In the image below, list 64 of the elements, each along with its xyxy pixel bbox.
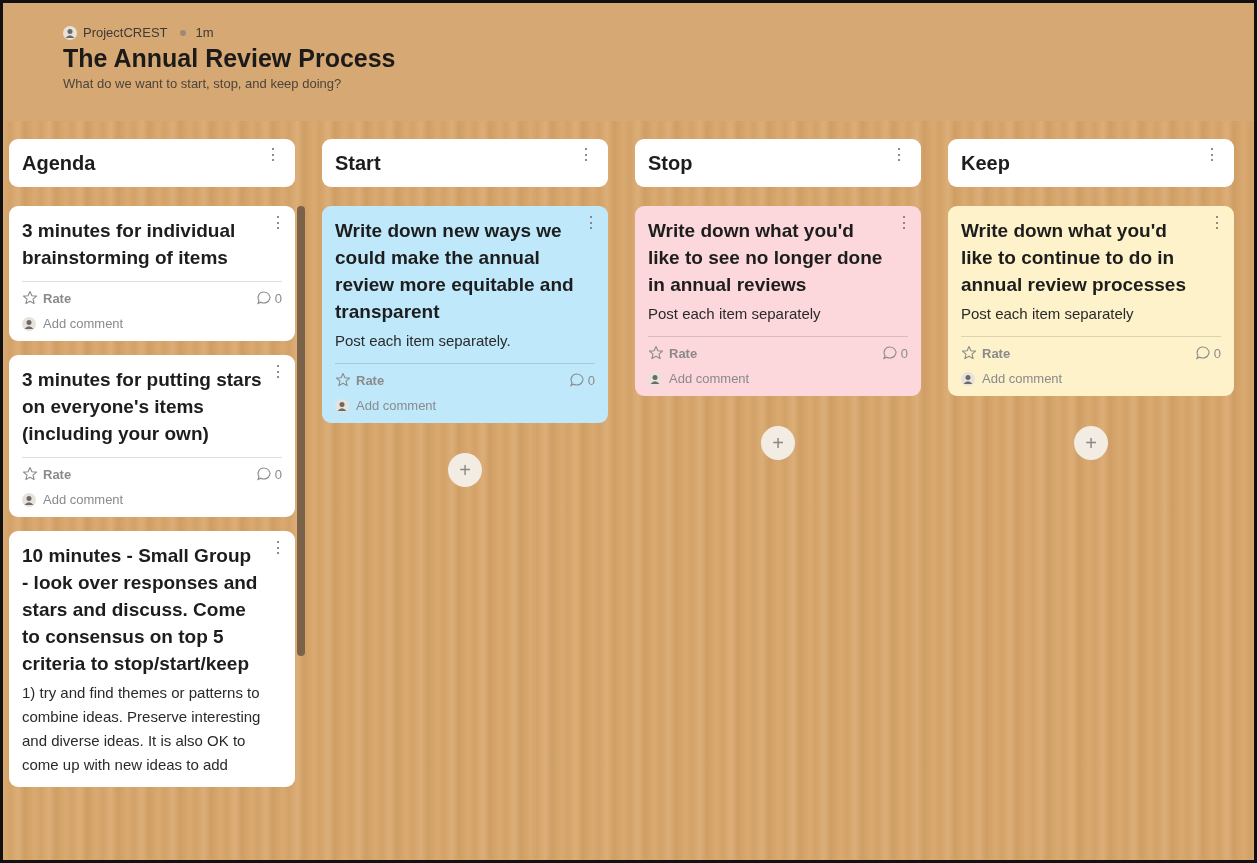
star-icon xyxy=(22,290,38,306)
column-menu-button[interactable]: ⋮ xyxy=(263,145,283,164)
comment-count: 0 xyxy=(1213,345,1221,361)
post-body: 1) try and find themes or patterns to combine ideas. Preserve interesting and diverse ideas. It is also OK to come up with new ideas to add xyxy=(22,683,262,775)
column-title: Keep xyxy=(961,151,1010,175)
board-description: What do we want to start, stop, and keep doing? xyxy=(63,76,343,91)
comment-count: 0 xyxy=(274,466,282,482)
column-menu-button[interactable]: ⋮ xyxy=(576,145,596,164)
post-menu-button[interactable]: ⋮ xyxy=(581,213,601,232)
post-menu-button[interactable]: ⋮ xyxy=(894,213,914,232)
rate-button[interactable]: Rate xyxy=(335,372,385,388)
rate-button[interactable]: Rate xyxy=(22,466,72,482)
comment-icon xyxy=(881,345,898,361)
comment-icon xyxy=(1194,345,1211,361)
comment-icon xyxy=(568,372,585,388)
avatar-icon xyxy=(22,316,36,331)
add-comment-link[interactable]: Add comment xyxy=(43,492,124,507)
rate-button[interactable]: Rate xyxy=(22,290,72,306)
column-title: Stop xyxy=(648,151,693,175)
add-comment-link[interactable]: Add comment xyxy=(669,371,750,386)
add-comment-link[interactable]: Add comment xyxy=(43,316,124,331)
comment-count: 0 xyxy=(900,345,908,361)
rate-button[interactable]: Rate xyxy=(961,345,1011,361)
post-title: Write down what you'd like to continue to do in annual review processes xyxy=(961,219,1187,297)
board-title: The Annual Review Process xyxy=(63,44,397,73)
post-menu-button[interactable]: ⋮ xyxy=(268,362,288,381)
post-title: Write down what you'd like to see no longer done in annual reviews xyxy=(648,219,884,297)
column-title: Agenda xyxy=(22,151,96,175)
add-post-button[interactable]: + xyxy=(761,426,795,460)
star-icon xyxy=(22,466,38,482)
avatar-icon xyxy=(22,492,36,507)
add-post-button[interactable]: + xyxy=(1074,426,1108,460)
column-title: Start xyxy=(335,151,381,175)
add-comment-link[interactable]: Add comment xyxy=(982,371,1063,386)
post-menu-button[interactable]: ⋮ xyxy=(268,213,288,232)
separator-dot-icon xyxy=(179,29,186,36)
avatar-icon xyxy=(63,25,77,40)
comment-icon xyxy=(255,290,272,306)
comment-icon xyxy=(255,466,272,482)
add-post-button[interactable]: + xyxy=(448,453,482,487)
scrollbar[interactable] xyxy=(297,206,305,656)
post-menu-button[interactable]: ⋮ xyxy=(268,538,288,557)
avatar-icon xyxy=(335,398,349,413)
post-time: 1m xyxy=(195,25,214,40)
post-title: 3 minutes for individual brainstorming of items xyxy=(22,219,237,270)
post-title: 10 minutes - Small Group - look over responses and stars and discuss. Come to consensus on top 5 criteria to stop/start/keep xyxy=(22,544,259,676)
add-comment-link[interactable]: Add comment xyxy=(356,398,437,413)
comment-count: 0 xyxy=(587,372,595,388)
post-body: Post each item separately xyxy=(648,304,822,324)
post-body: Post each item separately. xyxy=(335,331,512,351)
rate-button[interactable]: Rate xyxy=(648,345,698,361)
column-menu-button[interactable]: ⋮ xyxy=(1202,145,1222,164)
star-icon xyxy=(961,345,977,361)
post-menu-button[interactable]: ⋮ xyxy=(1207,213,1227,232)
avatar-icon xyxy=(961,371,975,386)
avatar-icon xyxy=(648,371,662,386)
comment-count: 0 xyxy=(274,290,282,306)
column-menu-button[interactable]: ⋮ xyxy=(889,145,909,164)
star-icon xyxy=(335,372,351,388)
post-body: Post each item separately xyxy=(961,304,1135,324)
post-title: 3 minutes for putting stars on everyone's items (including your own) xyxy=(22,368,262,446)
author-name[interactable]: ProjectCREST xyxy=(83,25,168,40)
star-icon xyxy=(648,345,664,361)
post-title: Write down new ways we could make the annual review more equitable and transparent xyxy=(335,219,575,324)
